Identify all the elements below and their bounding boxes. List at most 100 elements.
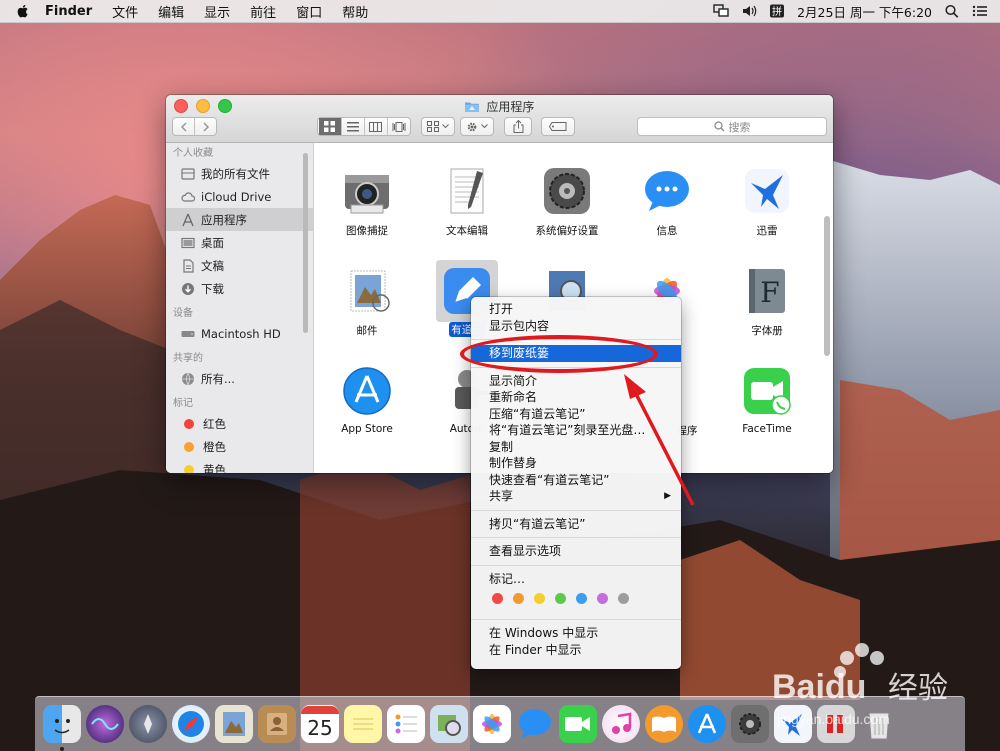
sidebar-scrollbar[interactable] bbox=[303, 153, 308, 333]
menu-item-show-view-options[interactable]: 查看显示选项 bbox=[471, 543, 681, 560]
apple-logo-icon[interactable] bbox=[15, 3, 31, 19]
tag-blue-icon[interactable] bbox=[576, 592, 587, 604]
screen-mirroring-icon[interactable] bbox=[713, 4, 729, 18]
window-titlebar[interactable]: 应用程序 搜索 bbox=[166, 95, 833, 143]
menu-item-show-package-contents[interactable]: 显示包内容 bbox=[471, 318, 681, 335]
tag-purple-icon[interactable] bbox=[597, 592, 608, 604]
dock-facetime[interactable] bbox=[559, 705, 597, 743]
app-app-store[interactable]: App Store bbox=[322, 365, 412, 435]
sidebar-tag-red[interactable]: 红色 bbox=[166, 412, 313, 435]
sidebar-tag-orange[interactable]: 橙色 bbox=[166, 435, 313, 458]
sidebar-item-documents[interactable]: 文稿 bbox=[166, 254, 313, 277]
calendar-header-strip bbox=[301, 706, 339, 714]
sidebar-item-desktop[interactable]: 桌面 bbox=[166, 231, 313, 254]
icon-view-button[interactable] bbox=[318, 118, 342, 135]
dock-mail[interactable] bbox=[215, 705, 253, 743]
menu-go[interactable]: 前往 bbox=[250, 2, 276, 21]
menu-item-burn-to-disc[interactable]: 将“有道云笔记”刻录至光盘… bbox=[471, 422, 681, 439]
dock-itunes[interactable] bbox=[602, 705, 640, 743]
spotlight-search-icon[interactable] bbox=[944, 4, 960, 18]
app-image-capture[interactable]: 图像捕捉 bbox=[322, 165, 412, 238]
menu-item-move-to-trash[interactable]: 移到废纸篓 bbox=[471, 345, 681, 362]
orange-tag-dot-icon bbox=[184, 441, 194, 452]
menu-window[interactable]: 窗口 bbox=[296, 2, 322, 21]
gear-icon bbox=[467, 122, 477, 131]
action-button[interactable] bbox=[460, 117, 494, 136]
dock-reminders[interactable] bbox=[387, 705, 425, 743]
dock-parallels[interactable] bbox=[817, 705, 855, 743]
sidebar-item-all-my-files[interactable]: 我的所有文件 bbox=[166, 162, 313, 185]
dock-notes[interactable] bbox=[344, 705, 382, 743]
forward-button[interactable] bbox=[195, 118, 216, 135]
app-font-book[interactable]: F 字体册 bbox=[722, 265, 812, 338]
menu-item-rename[interactable]: 重新命名 bbox=[471, 389, 681, 406]
content-scrollbar[interactable] bbox=[824, 216, 830, 356]
menu-help[interactable]: 帮助 bbox=[342, 2, 368, 21]
menu-item-share[interactable]: 共享 ▶ bbox=[471, 488, 681, 505]
dock-xunlei[interactable] bbox=[774, 705, 812, 743]
coverflow-view-button[interactable] bbox=[388, 118, 410, 135]
sidebar-item-applications[interactable]: 应用程序 bbox=[166, 208, 313, 231]
dock-launchpad[interactable] bbox=[129, 705, 167, 743]
arrange-button[interactable] bbox=[421, 117, 455, 136]
menu-item-compress[interactable]: 压缩“有道云笔记” bbox=[471, 406, 681, 423]
back-button[interactable] bbox=[173, 118, 195, 135]
tag-green-icon[interactable] bbox=[555, 592, 566, 604]
search-field[interactable]: 搜索 bbox=[637, 117, 827, 136]
dock-finder[interactable] bbox=[43, 705, 81, 751]
menu-item-make-alias[interactable]: 制作替身 bbox=[471, 455, 681, 472]
column-view-button[interactable] bbox=[365, 118, 388, 135]
xunlei-bird-icon bbox=[782, 714, 802, 736]
menu-item-get-info[interactable]: 显示简介 bbox=[471, 373, 681, 390]
dock-trash[interactable] bbox=[860, 705, 898, 743]
share-button[interactable] bbox=[504, 117, 532, 136]
dock-siri[interactable] bbox=[86, 705, 124, 743]
tag-icon bbox=[549, 122, 567, 131]
photos-flower-icon bbox=[482, 714, 502, 734]
hard-drive-icon bbox=[181, 330, 195, 337]
tag-yellow-icon[interactable] bbox=[534, 592, 545, 604]
dock-safari[interactable] bbox=[172, 705, 210, 743]
menu-item-duplicate[interactable]: 复制 bbox=[471, 439, 681, 456]
app-xunlei[interactable]: 迅雷 bbox=[722, 165, 812, 238]
dock-preview[interactable] bbox=[430, 705, 468, 743]
input-method-icon[interactable]: 拼 bbox=[769, 4, 785, 18]
tag-gray-icon[interactable] bbox=[618, 592, 629, 604]
app-mail[interactable]: 邮件 bbox=[322, 265, 412, 338]
notification-center-icon[interactable] bbox=[972, 4, 988, 18]
menubar-clock[interactable]: 2月25日 周一 下午6:20 bbox=[797, 2, 932, 21]
menu-item-quick-look[interactable]: 快速查看“有道云笔记” bbox=[471, 472, 681, 489]
menu-item-tags[interactable]: 标记… bbox=[471, 571, 681, 588]
app-messages[interactable]: 信息 bbox=[622, 165, 712, 238]
volume-icon[interactable] bbox=[741, 4, 757, 18]
menu-edit[interactable]: 编辑 bbox=[158, 2, 184, 21]
dock-system-preferences[interactable] bbox=[731, 705, 769, 743]
dock-contacts[interactable] bbox=[258, 705, 296, 743]
menu-app-name[interactable]: Finder bbox=[45, 4, 92, 19]
menu-view[interactable]: 显示 bbox=[204, 2, 230, 21]
app-system-preferences[interactable]: 系统偏好设置 bbox=[522, 165, 612, 238]
dock-app-store[interactable] bbox=[688, 705, 726, 743]
sidebar-item-label: 应用程序 bbox=[201, 212, 247, 227]
dock-calendar[interactable]: 25 bbox=[301, 705, 339, 743]
sidebar-item-macintosh-hd[interactable]: Macintosh HD bbox=[166, 322, 313, 345]
dock-ibooks[interactable] bbox=[645, 705, 683, 743]
app-textedit[interactable]: 文本编辑 bbox=[422, 165, 512, 238]
search-placeholder: 搜索 bbox=[728, 120, 751, 134]
sidebar-tag-yellow[interactable]: 黄色 bbox=[166, 458, 313, 473]
tag-orange-icon[interactable] bbox=[513, 592, 524, 604]
menu-item-show-in-windows[interactable]: 在 Windows 中显示 bbox=[471, 625, 681, 642]
sidebar-item-downloads[interactable]: 下载 bbox=[166, 277, 313, 300]
tags-button[interactable] bbox=[541, 117, 575, 136]
tag-red-icon[interactable] bbox=[492, 592, 503, 604]
app-facetime[interactable]: FaceTime bbox=[722, 365, 812, 435]
sidebar-item-all-shared[interactable]: 所有... bbox=[166, 367, 313, 390]
dock-messages[interactable] bbox=[516, 705, 554, 743]
sidebar-item-icloud-drive[interactable]: iCloud Drive bbox=[166, 185, 313, 208]
menu-item-show-in-finder[interactable]: 在 Finder 中显示 bbox=[471, 642, 681, 659]
menu-item-open[interactable]: 打开 bbox=[471, 301, 681, 318]
list-view-button[interactable] bbox=[342, 118, 365, 135]
menu-file[interactable]: 文件 bbox=[112, 2, 138, 21]
menu-item-copy[interactable]: 拷贝“有道云笔记” bbox=[471, 516, 681, 533]
dock-photos[interactable] bbox=[473, 705, 511, 743]
